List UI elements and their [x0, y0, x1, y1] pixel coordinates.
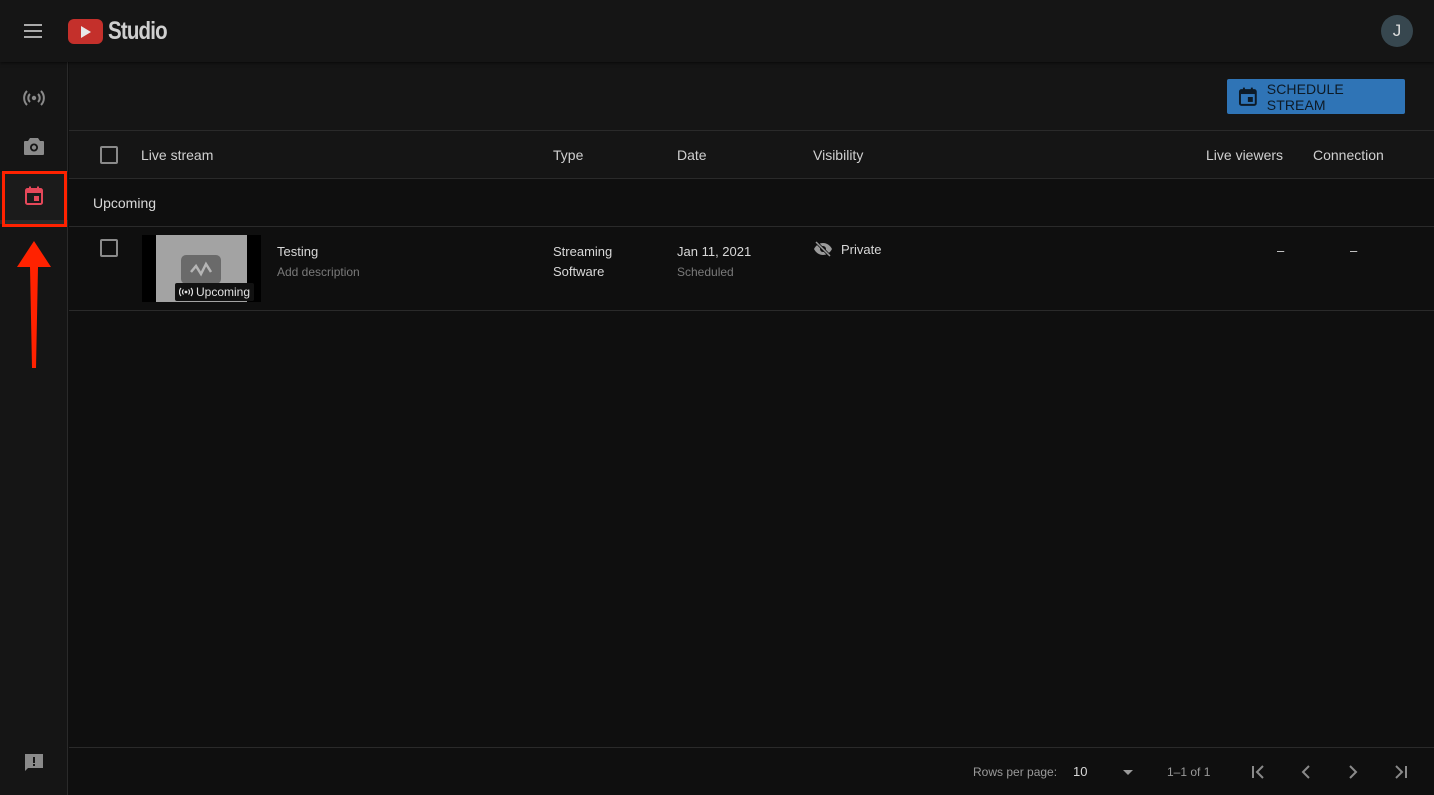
column-visibility[interactable]: Visibility — [813, 147, 863, 163]
stream-status: Scheduled — [677, 265, 734, 279]
stream-date: Jan 11, 2021 — [677, 244, 752, 259]
column-type[interactable]: Type — [553, 147, 583, 163]
column-connection[interactable]: Connection — [1313, 147, 1384, 163]
stream-description[interactable]: Add description — [277, 265, 360, 279]
table-row[interactable]: Upcoming Testing Add description Streami… — [69, 227, 1434, 311]
youtube-studio-logo[interactable]: Studio — [68, 17, 180, 46]
column-date[interactable]: Date — [677, 147, 707, 163]
upcoming-badge: Upcoming — [175, 283, 255, 301]
calendar-icon — [1238, 87, 1257, 106]
visibility-label: Private — [841, 241, 882, 257]
row-checkbox[interactable] — [100, 239, 118, 257]
annotation-arrow-icon — [17, 241, 51, 368]
rows-per-page-label: Rows per page: — [973, 765, 1058, 779]
app-title: Studio — [108, 17, 168, 45]
camera-icon — [24, 138, 44, 155]
visibility-cell[interactable]: Private — [813, 241, 881, 257]
main-content: SCHEDULE STREAM Live stream Type Date Vi… — [69, 62, 1434, 795]
feedback-icon — [25, 754, 43, 771]
pulse-icon — [190, 261, 213, 277]
stream-type-line1: Streaming — [553, 244, 613, 259]
section-title: Upcoming — [93, 195, 157, 211]
calendar-icon — [25, 186, 43, 205]
next-page-icon[interactable] — [1341, 760, 1365, 784]
youtube-play-icon — [68, 19, 103, 44]
select-all-checkbox[interactable] — [100, 146, 118, 164]
table-header: Live stream Type Date Visibility Live vi… — [69, 131, 1434, 179]
menu-icon[interactable] — [20, 18, 46, 44]
visibility-off-icon — [814, 241, 832, 257]
top-bar: Studio J — [0, 0, 1434, 62]
sidebar-item-feedback[interactable] — [0, 739, 68, 787]
schedule-stream-button[interactable]: SCHEDULE STREAM — [1227, 79, 1405, 114]
avatar[interactable]: J — [1381, 15, 1413, 47]
page-range: 1–1 of 1 — [1167, 765, 1211, 779]
toolbar: SCHEDULE STREAM — [69, 62, 1434, 131]
previous-page-icon[interactable] — [1294, 760, 1318, 784]
stream-type-line2: Software — [553, 264, 605, 279]
stream-icon — [23, 90, 45, 106]
schedule-stream-label: SCHEDULE STREAM — [1266, 80, 1344, 113]
first-page-icon[interactable] — [1246, 760, 1270, 784]
chevron-down-icon[interactable] — [1122, 769, 1134, 776]
sidebar-item-stream[interactable] — [0, 74, 68, 122]
stream-thumbnail[interactable]: Upcoming — [142, 235, 261, 302]
sidebar-item-webcam[interactable] — [0, 122, 68, 170]
rows-per-page-select[interactable]: 10 — [1073, 764, 1087, 779]
badge-label: Upcoming — [196, 285, 251, 299]
sidebar — [0, 62, 68, 795]
stream-icon — [179, 287, 193, 297]
pagination-footer: Rows per page: 10 1–1 of 1 — [69, 747, 1434, 795]
last-page-icon[interactable] — [1389, 760, 1413, 784]
column-live-viewers[interactable]: Live viewers — [1206, 147, 1283, 163]
live-viewers-value: – — [1277, 243, 1285, 258]
sidebar-item-manage[interactable] — [0, 172, 68, 224]
section-header: Upcoming — [69, 179, 1434, 227]
connection-value: – — [1350, 243, 1358, 258]
column-live-stream[interactable]: Live stream — [141, 147, 213, 163]
stream-title[interactable]: Testing — [277, 244, 318, 259]
